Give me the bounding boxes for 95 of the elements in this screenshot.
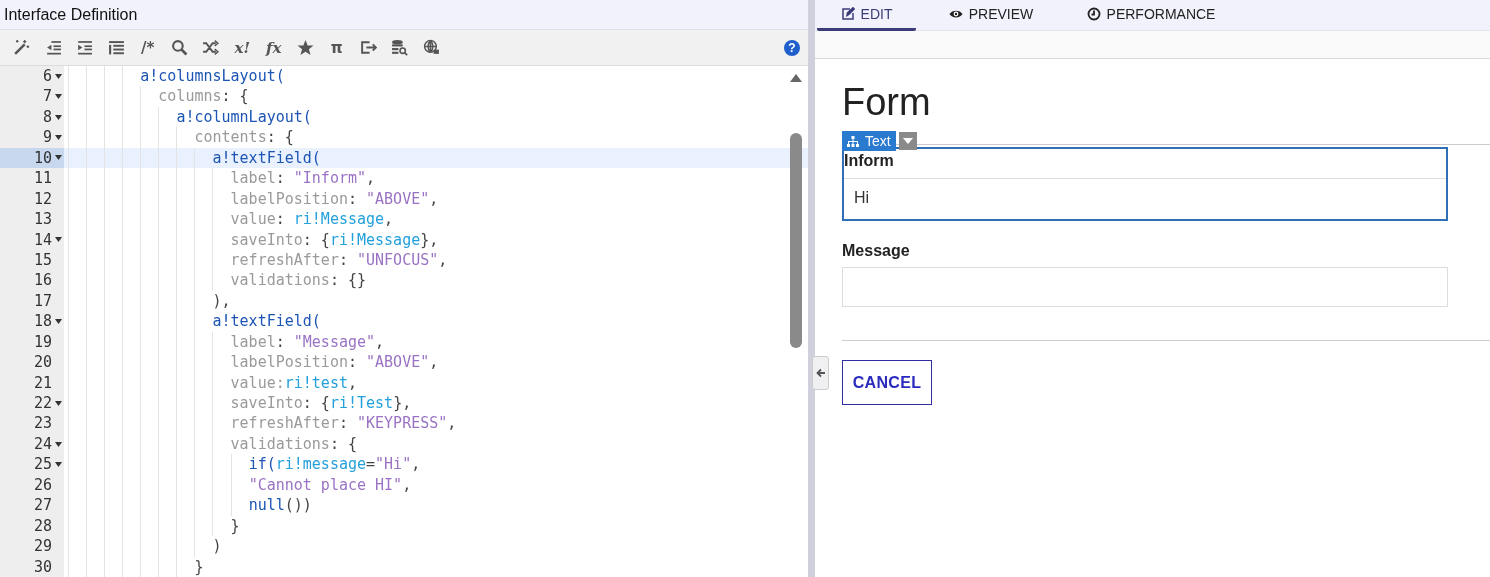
shuffle-icon	[202, 39, 220, 56]
code-line: "Cannot place HI",	[248, 475, 412, 494]
code-line: null())	[248, 496, 312, 515]
line-number: 22	[33, 393, 52, 414]
code-line: saveInto: {ri!Message},	[230, 230, 439, 249]
outdent-icon	[44, 39, 62, 56]
line-number: 26	[33, 474, 52, 496]
list-icon	[107, 39, 125, 56]
line-number: 10	[33, 147, 52, 169]
line-number: 15	[33, 249, 52, 271]
line-number: 8	[42, 106, 52, 128]
toolbar-button[interactable]: /*	[132, 34, 164, 61]
line-number: 30	[33, 556, 52, 577]
field-label: Inform	[844, 149, 1446, 179]
input-field[interactable]	[842, 267, 1448, 307]
hierarchy-icon	[847, 135, 859, 147]
star-icon	[296, 39, 314, 56]
fold-caret-icon[interactable]	[54, 462, 62, 468]
panel-title: Interface Definition	[4, 5, 138, 24]
line-number: 16	[33, 270, 52, 291]
code-line: if(ri!message="Hi",	[248, 455, 421, 474]
indent-icon	[76, 39, 94, 56]
line-number: 25	[33, 454, 52, 475]
line-number: 6	[42, 66, 52, 87]
code-line: ),	[212, 291, 231, 310]
code-line: refreshAfter: "UNFOCUS",	[230, 250, 448, 269]
code-line: }	[230, 516, 240, 535]
line-number: 29	[33, 536, 52, 557]
fold-caret-icon[interactable]	[54, 155, 62, 161]
fold-caret-icon[interactable]	[54, 94, 62, 100]
toolbar-button[interactable]: π	[321, 34, 353, 61]
toolbar-button[interactable]: fx	[258, 34, 290, 61]
export-icon	[359, 39, 377, 56]
input-field[interactable]: Hi	[844, 179, 1446, 217]
caret-down-icon	[902, 138, 913, 144]
line-number: 12	[33, 188, 52, 210]
code-line: labelPosition: "ABOVE",	[230, 189, 439, 208]
code-line: validations: {	[230, 434, 357, 453]
fold-caret-icon[interactable]	[54, 114, 62, 120]
code-line: labelPosition: "ABOVE",	[230, 353, 439, 372]
fold-caret-icon[interactable]	[54, 400, 62, 406]
fold-caret-icon[interactable]	[54, 135, 62, 141]
code-line: validations: {}	[230, 271, 367, 290]
fold-caret-icon[interactable]	[54, 318, 62, 324]
code-line: contents: {	[194, 128, 294, 147]
line-number: 23	[33, 413, 52, 434]
code-line: )	[212, 537, 222, 556]
scrollbar-thumb[interactable]	[790, 133, 802, 348]
help-button[interactable]: ?	[784, 39, 800, 56]
line-number: 27	[33, 495, 52, 516]
code-line: value:ri!test,	[230, 373, 357, 392]
globe-icon	[422, 39, 440, 56]
fold-caret-icon[interactable]	[54, 441, 62, 447]
code-line: value: ri!Message,	[230, 210, 394, 229]
line-number: 21	[33, 372, 52, 393]
code-line: label: "Message",	[230, 332, 385, 351]
form-title: Form	[842, 80, 932, 125]
arrow-left-icon	[815, 368, 826, 378]
code-line: a!textField(	[212, 148, 321, 167]
wand-icon	[13, 39, 31, 56]
line-number: 19	[33, 331, 52, 353]
selected-field[interactable]: Inform Hi	[842, 147, 1448, 221]
toolbar-button[interactable]: x!	[226, 34, 258, 61]
line-number: 9	[42, 127, 52, 148]
fold-caret-icon[interactable]	[54, 237, 62, 243]
field-label: Message	[842, 241, 911, 261]
line-number: 17	[33, 290, 52, 312]
line-number: 18	[33, 311, 52, 332]
code-line: columns: {	[158, 87, 249, 106]
search-icon	[170, 39, 188, 56]
database-search-icon	[391, 39, 409, 56]
fold-caret-icon[interactable]	[54, 73, 62, 79]
line-number: 20	[33, 352, 52, 373]
line-number: 7	[42, 86, 52, 107]
code-line: a!textField(	[212, 312, 321, 331]
collapse-button[interactable]	[812, 356, 829, 390]
code-line: label: "Inform",	[230, 169, 376, 188]
line-number: 11	[33, 168, 52, 189]
tab[interactable]: PERFORMANCE	[1066, 0, 1236, 31]
line-number: 24	[33, 433, 52, 455]
tab[interactable]: PREVIEW	[916, 0, 1066, 31]
clock-icon	[1086, 7, 1101, 21]
edit-icon	[840, 7, 855, 21]
line-number: 13	[33, 209, 52, 230]
code-line: saveInto: {ri!Test},	[230, 394, 412, 412]
code-line: refreshAfter: "KEYPRESS",	[230, 414, 457, 433]
component-badge[interactable]: Text	[842, 131, 896, 151]
dropdown-button[interactable]	[898, 132, 917, 150]
line-number: 14	[33, 229, 52, 250]
code-line: a!columnLayout(	[176, 107, 312, 126]
code-line: a!columnsLayout(	[140, 67, 285, 85]
scroll-up-icon[interactable]	[790, 74, 802, 82]
code-line: }	[194, 557, 204, 576]
line-number: 28	[33, 515, 52, 537]
cancel-button[interactable]: CANCEL	[842, 360, 932, 405]
